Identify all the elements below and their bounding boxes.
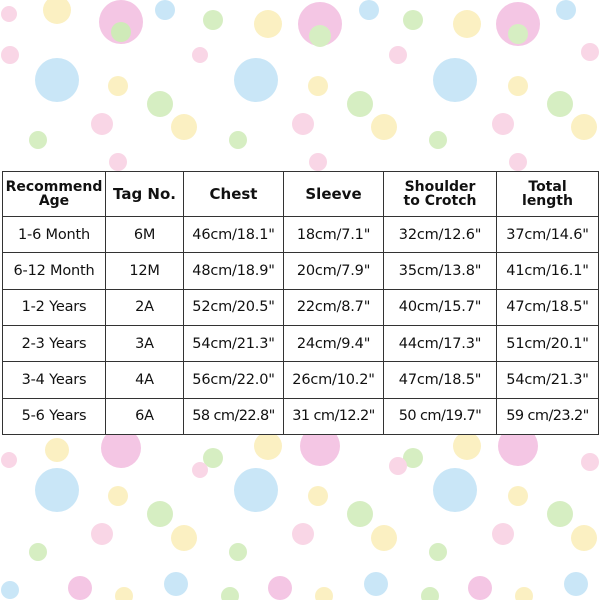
cell-recommend-age: 2-3 Years [2,324,106,363]
cell-shoulder-to-crotch: 32cm/12.6" [383,215,497,254]
cell-shoulder-to-crotch: 40cm/15.7" [383,288,497,326]
cell-recommend-age: 5-6 Years [2,397,106,436]
header-chest: Chest [183,171,284,217]
cell-tag-no: 6M [105,215,184,254]
cell-total-length: 51cm/20.1" [496,324,599,363]
cell-tag-no: 3A [105,324,184,363]
table-row: 2-3 Years 3A 54cm/21.3" 24cm/9.4" 44cm/1… [2,324,599,363]
header-recommend-age: Recommend Age [2,171,106,217]
size-chart-header-row: Recommend Age Tag No. Chest Sleeve Should… [2,171,599,217]
cell-shoulder-to-crotch: 35cm/13.8" [383,252,497,290]
cell-shoulder-to-crotch: 44cm/17.3" [383,324,497,363]
cell-chest: 56cm/22.0" [183,361,284,399]
header-sleeve: Sleeve [283,171,384,217]
table-row: 1-2 Years 2A 52cm/20.5" 22cm/8.7" 40cm/1… [2,288,599,326]
cell-sleeve: 18cm/7.1" [283,215,384,254]
size-chart-table: Recommend Age Tag No. Chest Sleeve Should… [2,171,599,436]
cell-tag-no: 2A [105,288,184,326]
cell-tag-no: 4A [105,361,184,399]
cell-sleeve: 22cm/8.7" [283,288,384,326]
table-row: 6-12 Month 12M 48cm/18.9" 20cm/7.9" 35cm… [2,252,599,290]
cell-sleeve: 31 cm/12.2" [283,397,384,436]
cell-shoulder-to-crotch: 47cm/18.5" [383,361,497,399]
cell-total-length: 54cm/21.3" [496,361,599,399]
cell-total-length: 37cm/14.6" [496,215,599,254]
cell-recommend-age: 1-6 Month [2,215,106,254]
header-shoulder-to-crotch: Shoulder to Crotch [383,171,497,217]
cell-recommend-age: 3-4 Years [2,361,106,399]
cell-chest: 46cm/18.1" [183,215,284,254]
cell-tag-no: 6A [105,397,184,436]
cell-sleeve: 24cm/9.4" [283,324,384,363]
table-row: 5-6 Years 6A 58 cm/22.8" 31 cm/12.2" 50 … [2,397,599,436]
header-tag-no: Tag No. [105,171,184,217]
cell-recommend-age: 1-2 Years [2,288,106,326]
cell-chest: 48cm/18.9" [183,252,284,290]
cell-sleeve: 26cm/10.2" [283,361,384,399]
cell-tag-no: 12M [105,252,184,290]
cell-total-length: 41cm/16.1" [496,252,599,290]
cell-total-length: 47cm/18.5" [496,288,599,326]
cell-chest: 52cm/20.5" [183,288,284,326]
table-row: 3-4 Years 4A 56cm/22.0" 26cm/10.2" 47cm/… [2,361,599,399]
cell-recommend-age: 6-12 Month [2,252,106,290]
cell-chest: 58 cm/22.8" [183,397,284,436]
cell-sleeve: 20cm/7.9" [283,252,384,290]
cell-shoulder-to-crotch: 50 cm/19.7" [383,397,497,436]
cell-total-length: 59 cm/23.2" [496,397,599,436]
table-row: 1-6 Month 6M 46cm/18.1" 18cm/7.1" 32cm/1… [2,215,599,254]
cell-chest: 54cm/21.3" [183,324,284,363]
size-chart: Recommend Age Tag No. Chest Sleeve Should… [2,171,599,436]
header-total-length: Total length [496,171,599,217]
